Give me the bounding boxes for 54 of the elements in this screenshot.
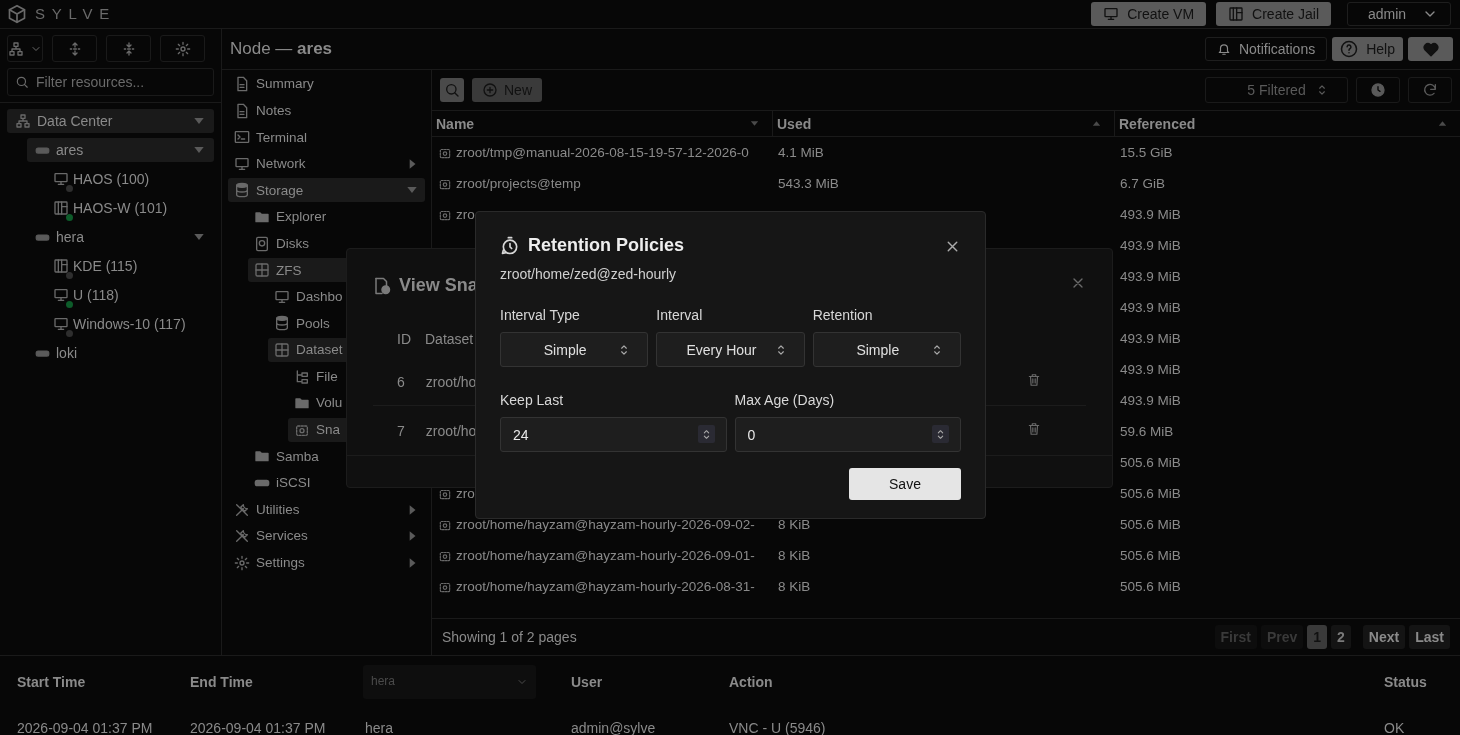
table-cell: 8 KiB [778,548,811,564]
table-cell: 493.9 MiB [1120,238,1181,254]
field-label: Interval Type [500,306,580,325]
table-cell-text: zroot/home/hayzam@hayzam-hourly-2026-09-01- [456,546,755,565]
table-cell-text: zro [456,205,475,224]
column-header: Status [1384,673,1428,692]
dialog-subtitle: zroot/home/zed@zed-hourly [500,265,677,284]
table-cell-text: OK [1384,720,1406,735]
table-cell: 8 KiB [778,579,811,595]
table-cell-text: VNC - U (5946) [729,720,827,735]
table-cell: 505.6 MiB [1120,455,1181,471]
column-header: ID [397,330,411,349]
table-cell: 493.9 MiB [1120,362,1181,378]
column-header: End Time [190,673,254,692]
table-cell: 505.6 MiB [1120,486,1181,502]
field-label: Interval [656,306,703,325]
table-cell: 505.6 MiB [1120,579,1181,595]
table-cell-text: zroot/ho [425,422,477,441]
page-status-text: Showing 1 of 2 pages [442,628,577,647]
column-header: Start Time [17,673,87,692]
table-cell: 493.9 MiB [1120,300,1181,316]
table-cell-text: zroot/home/hayzam@hayzam-hourly-2026-08-31- [456,577,755,596]
table-cell: 59.6 MiB [1120,424,1174,440]
table-cell-text: admin@sylve [571,720,657,735]
field-label: Keep Last [500,391,564,410]
table-cell-text: 7 [397,422,405,441]
table-cell-text: zroot/tmp@manual-2026-08-15-19-57-12-2026-0 [456,143,749,162]
dialog-title: Retention Policies [528,234,685,258]
table-cell: 6.7 GiB [1120,176,1166,192]
table-cell: 505.6 MiB [1120,517,1181,533]
table-cell-text: zro [456,484,475,503]
table-cell: 15.5 GiB [1120,145,1173,161]
table-cell: 493.9 MiB [1120,393,1181,409]
table-cell-text: zroot/projects@temp [456,174,581,193]
column-header: Dataset [425,330,474,349]
table-cell: 505.6 MiB [1120,548,1181,564]
field-label: Max Age (Days) [734,391,835,410]
field-label: Retention [812,306,873,325]
table-cell: 543.3 MiB [778,176,839,192]
table-cell: 493.9 MiB [1120,269,1181,285]
logo-text: SYLVE [35,4,116,25]
table-cell-text: hera [365,720,395,735]
table-cell-text: 6 [397,373,405,392]
page-title: Node — ares [230,37,333,60]
table-cell: 8 KiB [778,517,811,533]
column-header: Action [729,673,774,692]
table-cell-text: 2026-09-04 01:37 PM [17,720,154,735]
table-cell: 493.9 MiB [1120,331,1181,347]
table-cell: 493.9 MiB [1120,207,1181,223]
table-cell-text: zroot/home/hayzam@hayzam-hourly-2026-09-02- [456,515,755,534]
table-cell: 4.1 MiB [778,145,824,161]
table-cell-text: 2026-09-04 01:37 PM [190,720,327,735]
column-header: User [571,673,604,692]
table-cell-text: zroot/ho [425,373,477,392]
